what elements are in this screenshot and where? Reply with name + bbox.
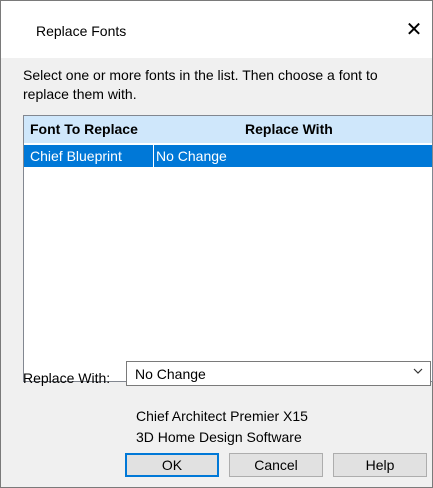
- close-icon[interactable]: ✕: [400, 15, 428, 43]
- font-list[interactable]: Font To Replace Replace With Chief Bluep…: [23, 115, 433, 382]
- chevron-down-icon[interactable]: [412, 365, 424, 380]
- title-bar: Replace Fonts ✕: [1, 1, 432, 58]
- cell-divider: [153, 145, 154, 167]
- app-info: Chief Architect Premier X15 3D Home Desi…: [136, 406, 308, 448]
- dialog-title: Replace Fonts: [36, 23, 127, 39]
- cancel-button[interactable]: Cancel: [229, 453, 323, 477]
- help-button[interactable]: Help: [333, 453, 427, 477]
- list-header: Font To Replace Replace With: [24, 116, 432, 143]
- column-header-font-to-replace[interactable]: Font To Replace: [30, 121, 138, 137]
- list-item[interactable]: Chief Blueprint No Change: [24, 145, 432, 167]
- app-tagline: 3D Home Design Software: [136, 429, 302, 445]
- list-item-font: Chief Blueprint: [30, 148, 122, 164]
- column-header-replace-with[interactable]: Replace With: [245, 121, 333, 137]
- replace-fonts-dialog: Replace Fonts ✕ Select one or more fonts…: [0, 0, 433, 488]
- replace-with-value: No Change: [135, 366, 206, 382]
- instructions-text: Select one or more fonts in the list. Th…: [23, 67, 378, 102]
- ok-button[interactable]: OK: [125, 453, 219, 477]
- app-name: Chief Architect Premier X15: [136, 408, 308, 424]
- replace-with-label: Replace With:: [23, 370, 111, 386]
- replace-with-select[interactable]: No Change: [126, 361, 431, 386]
- list-item-replacement: No Change: [156, 148, 227, 164]
